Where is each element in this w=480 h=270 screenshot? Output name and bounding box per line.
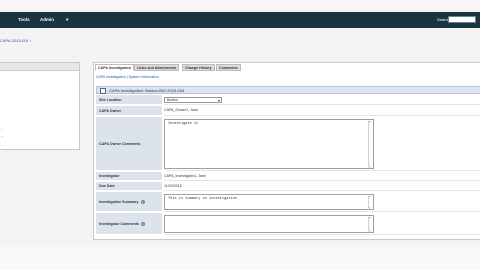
nav-tools[interactable]: Tools (18, 17, 30, 22)
section-title: CAPA Investigation: Boston-BIO-2015-004 (96, 86, 480, 94)
footer-area (0, 245, 480, 270)
info-icon[interactable]: i (140, 199, 145, 204)
row-investigation-summary: Investigation Summary i This is summary … (96, 192, 480, 212)
subnav: CAPA Investigation | System Information (96, 75, 159, 79)
collapse-icon[interactable] (100, 88, 106, 94)
info-icon[interactable]: i (140, 221, 145, 226)
investigator-comments-label: Investigator Comments i (96, 213, 162, 235)
row-capa-owner: CAPA Owner CAPA_Owner1, Jane (96, 106, 480, 116)
tab-links-attachments[interactable]: Links and Attachments (134, 64, 180, 71)
capa-owner-comments-field[interactable]: Investigate it (164, 119, 374, 169)
left-panel: ... ... ... (0, 62, 80, 150)
top-nav: Tools Admin ▾ Search (0, 12, 480, 28)
tab-capa-investigation[interactable]: CAPA Investigation (95, 64, 134, 71)
nav-admin[interactable]: Admin (40, 17, 54, 22)
investigator-value: CAPA_Investigator1, Jane (164, 174, 206, 178)
capa-owner-value: CAPA_Owner1, Jane (164, 108, 198, 112)
site-location-select[interactable]: Boston ▾ (164, 97, 222, 103)
tab-change-history[interactable]: Change History (182, 64, 215, 71)
left-item[interactable]: ... (1, 134, 4, 138)
search-input[interactable] (448, 16, 476, 23)
scrollbar[interactable] (368, 215, 372, 233)
top-strip (0, 0, 480, 10)
capa-owner-comments-label: CAPA Owner Comments (96, 117, 162, 171)
left-panel-header (0, 63, 79, 71)
due-date-label: Due Date (96, 182, 162, 191)
nav-more-icon[interactable]: ▾ (66, 17, 68, 23)
row-site-location: Site Location Boston ▾ (96, 95, 480, 105)
investigator-comments-field[interactable] (164, 215, 374, 233)
tab-comments[interactable]: Comments (216, 64, 241, 71)
investigation-summary-label: Investigation Summary i (96, 192, 162, 212)
scrollbar[interactable] (368, 194, 372, 210)
row-capa-owner-comments: CAPA Owner Comments Investigate it (96, 117, 480, 171)
subnav-system-information[interactable]: System Information (129, 75, 159, 79)
capa-owner-label: CAPA Owner (96, 106, 162, 116)
site-location-label: Site Location (96, 95, 162, 105)
row-investigator: Investigator CAPA_Investigator1, Jane (96, 172, 480, 181)
main-panel: CAPA Investigation Links and Attachments… (93, 62, 480, 240)
row-due-date: Due Date 11/20/2015 (96, 182, 480, 191)
left-link[interactable]: ... (1, 143, 4, 147)
investigation-summary-field[interactable]: This is summary on investigation (164, 194, 374, 210)
breadcrumb[interactable]: CAPA-2015-001 › (0, 38, 31, 43)
left-item[interactable]: ... (1, 127, 4, 131)
investigator-label: Investigator (96, 172, 162, 181)
chevron-down-icon: ▾ (217, 98, 220, 103)
due-date-value: 11/20/2015 (164, 184, 182, 188)
scrollbar[interactable] (368, 119, 372, 169)
row-investigator-comments: Investigator Comments i (96, 213, 480, 235)
subnav-capa-investigation[interactable]: CAPA Investigation (96, 75, 126, 79)
